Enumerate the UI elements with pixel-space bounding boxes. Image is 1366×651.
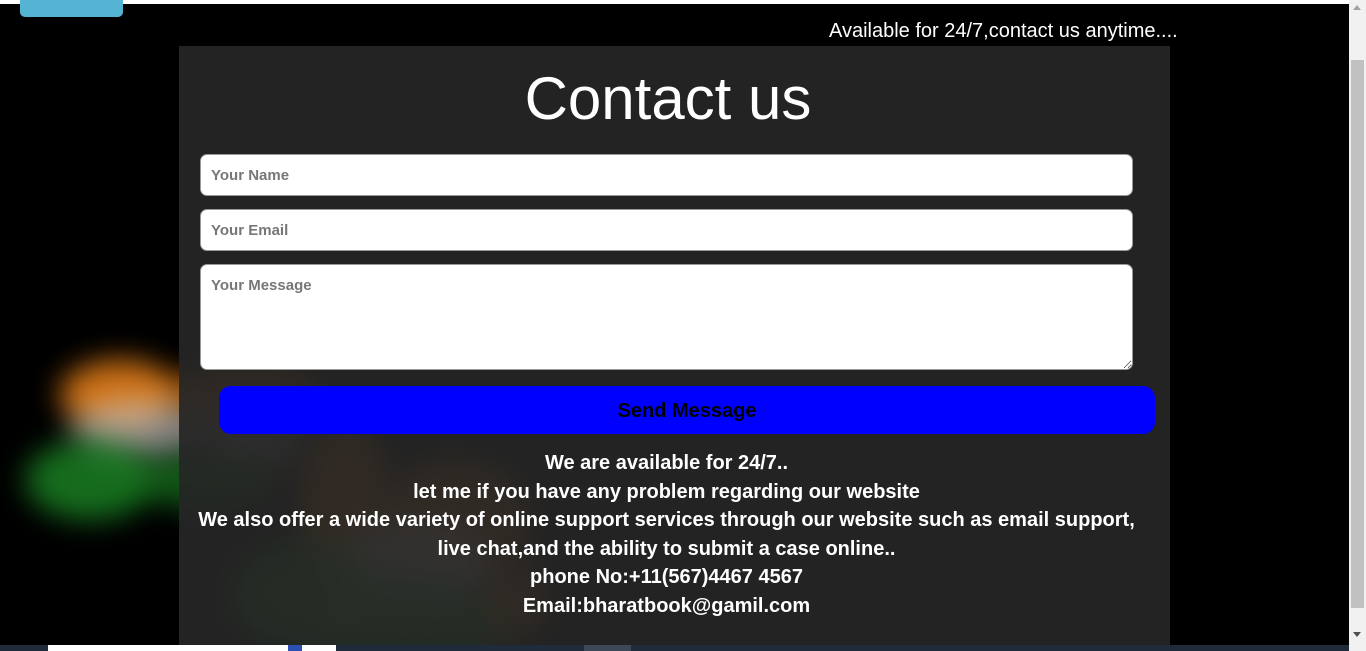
vertical-scrollbar[interactable]	[1349, 0, 1366, 651]
announcement-marquee: Available for 24/7,contact us anytime...…	[829, 20, 1178, 42]
info-line: We also offer a wide variety of online s…	[198, 509, 1135, 532]
email-line: Email:bharatbook@gamil.com	[522, 594, 811, 617]
taskbar-item-accent	[288, 645, 302, 651]
top-border	[0, 0, 1349, 4]
info-line: let me if you have any problem regarding…	[413, 480, 920, 503]
taskbar-item[interactable]	[584, 645, 631, 651]
send-message-button[interactable]: Send Message	[219, 386, 1155, 434]
phone-line: phone No:+11(567)4467 4567	[530, 566, 803, 589]
nav-tab-button[interactable]	[20, 0, 123, 17]
page-title: Contact us	[524, 65, 812, 132]
contact-info: We are available for 24/7.. let me if yo…	[179, 449, 1154, 621]
page-viewport: Available for 24/7,contact us anytime...…	[0, 0, 1349, 645]
scroll-thumb[interactable]	[1351, 60, 1364, 608]
info-line: live chat,and the ability to submit a ca…	[437, 537, 896, 560]
name-input[interactable]	[200, 154, 1133, 196]
email-input[interactable]	[200, 209, 1133, 251]
taskbar	[0, 645, 1349, 651]
scroll-up-icon[interactable]	[1353, 5, 1361, 10]
scroll-down-icon[interactable]	[1353, 632, 1361, 637]
info-line: We are available for 24/7..	[544, 452, 789, 474]
message-textarea[interactable]	[200, 264, 1133, 370]
